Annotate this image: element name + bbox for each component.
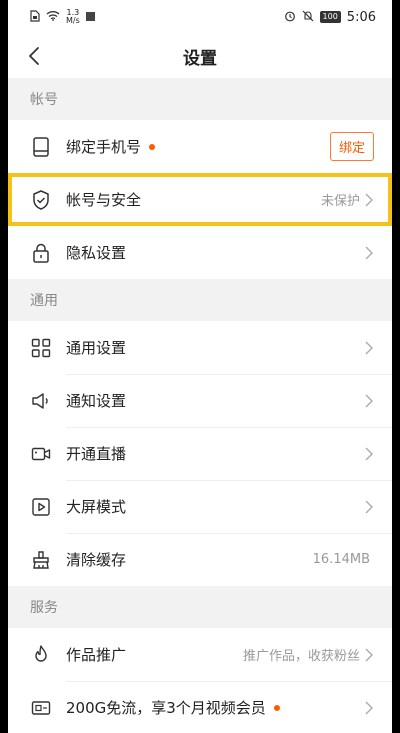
chevron-right-icon xyxy=(364,447,374,461)
row-label: 大屏模式 xyxy=(66,498,127,516)
status-bar: 1.3 M/s 100 5:06 xyxy=(8,0,392,34)
row-open-live[interactable]: 开通直播 xyxy=(8,427,392,480)
row-clear-cache[interactable]: 清除缓存 16.14MB xyxy=(8,533,392,586)
row-label: 200G免流，享3个月视频会员 xyxy=(66,699,266,717)
row-big-screen-mode[interactable]: 大屏模式 xyxy=(8,480,392,533)
chevron-right-icon xyxy=(364,500,374,514)
chevron-right-icon xyxy=(364,193,374,207)
row-label: 开通直播 xyxy=(66,445,127,463)
speaker-icon xyxy=(30,390,52,412)
chevron-right-icon xyxy=(364,341,374,355)
row-privacy-settings[interactable]: 隐私设置 xyxy=(8,226,392,279)
chevron-right-icon xyxy=(364,246,374,260)
nav-header: 设置 xyxy=(8,34,392,78)
row-label: 隐私设置 xyxy=(66,244,127,262)
security-status: 未保护 xyxy=(320,194,360,209)
section-header-account: 帐号 xyxy=(8,78,392,120)
wifi-icon xyxy=(46,10,60,24)
row-label: 帐号与安全 xyxy=(66,191,142,209)
row-label: 作品推广 xyxy=(66,646,127,664)
row-bind-phone[interactable]: 绑定手机号 绑定 xyxy=(8,120,392,173)
row-account-security[interactable]: 帐号与安全 未保护 xyxy=(8,173,392,226)
section-header-general: 通用 xyxy=(8,279,392,321)
chevron-right-icon xyxy=(364,394,374,408)
section-header-services: 服务 xyxy=(8,586,392,628)
play-screen-icon xyxy=(30,496,52,518)
row-label: 通知设置 xyxy=(66,392,127,410)
red-dot-indicator xyxy=(273,704,280,711)
phone-icon xyxy=(30,136,52,158)
bind-button[interactable]: 绑定 xyxy=(329,132,374,161)
back-button[interactable] xyxy=(22,44,46,68)
battery-indicator: 100 xyxy=(319,11,341,23)
card-icon xyxy=(30,697,52,719)
notification-square-icon xyxy=(85,10,95,24)
chevron-right-icon xyxy=(364,648,374,662)
mute-icon xyxy=(302,10,314,25)
network-speed: 1.3 M/s xyxy=(66,9,80,25)
flame-icon xyxy=(30,644,52,666)
row-free-flow[interactable]: 200G免流，享3个月视频会员 xyxy=(8,681,392,733)
promotion-hint: 推广作品，收获粉丝 xyxy=(242,649,360,664)
chevron-left-icon xyxy=(29,47,39,65)
row-label: 清除缓存 xyxy=(66,551,127,569)
shield-icon xyxy=(30,189,52,211)
clock: 5:06 xyxy=(346,9,376,25)
lock-icon xyxy=(30,242,52,264)
chevron-right-icon xyxy=(364,701,374,715)
sim-icon xyxy=(30,9,40,25)
row-general-settings[interactable]: 通用设置 xyxy=(8,321,392,374)
red-dot-indicator xyxy=(149,143,156,150)
speed-unit: M/s xyxy=(66,16,80,25)
settings-screen: 1.3 M/s 100 5:06 设置 帐号 绑定手机号 绑定 帐号与安全 未保… xyxy=(8,0,392,733)
row-label: 通用设置 xyxy=(66,339,127,357)
alarm-icon xyxy=(284,10,296,25)
row-notification-settings[interactable]: 通知设置 xyxy=(8,374,392,427)
row-work-promotion[interactable]: 作品推广 推广作品，收获粉丝 xyxy=(8,628,392,681)
grid-icon xyxy=(30,337,52,359)
cache-size: 16.14MB xyxy=(312,552,370,567)
video-camera-icon xyxy=(30,443,52,465)
row-label: 绑定手机号 xyxy=(66,138,142,156)
broom-icon xyxy=(30,549,52,571)
page-title: 设置 xyxy=(183,48,217,69)
